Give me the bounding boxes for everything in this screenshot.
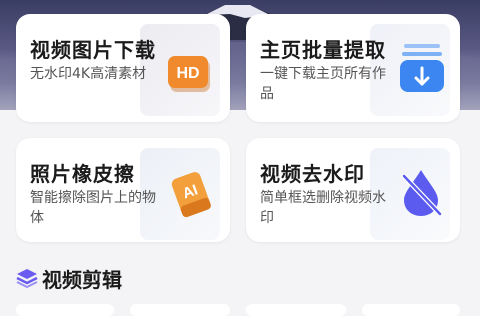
feature-title: 照片橡皮擦 (30, 162, 135, 186)
feature-title: 视频图片下载 (30, 38, 156, 62)
feature-subtitle: 一键下载主页所有作品 (260, 66, 386, 102)
feature-card-video-download[interactable]: 视频图片下载 无水印4K高清素材 HD (16, 14, 230, 122)
card-edge[interactable] (130, 304, 230, 316)
water-drop-off-icon (396, 166, 446, 222)
svg-text:HD: HD (176, 65, 199, 82)
feature-card-remove-watermark[interactable]: 视频去水印 简单框选删除视频水印 (246, 138, 460, 242)
section-title: 视频剪辑 (42, 268, 122, 292)
feature-card-photo-eraser[interactable]: 照片橡皮擦 智能擦除图片上的物体 AI (16, 138, 230, 242)
ai-eraser-icon: AI (166, 168, 218, 224)
hd-icon: HD (168, 54, 214, 98)
feature-card-batch-extract[interactable]: 主页批量提取 一键下载主页所有作品 (246, 14, 460, 122)
download-stack-icon (400, 42, 446, 102)
feature-title: 主页批量提取 (260, 38, 386, 62)
layers-icon (16, 268, 38, 292)
next-row-cards (0, 304, 480, 316)
feature-subtitle: 智能擦除图片上的物体 (30, 190, 156, 226)
feature-subtitle: 简单框选删除视频水印 (260, 190, 386, 226)
card-edge[interactable] (246, 304, 346, 316)
feature-subtitle: 无水印4K高清素材 (30, 66, 147, 82)
card-edge[interactable] (362, 304, 460, 316)
feature-title: 视频去水印 (260, 162, 365, 186)
card-edge[interactable] (16, 304, 114, 316)
